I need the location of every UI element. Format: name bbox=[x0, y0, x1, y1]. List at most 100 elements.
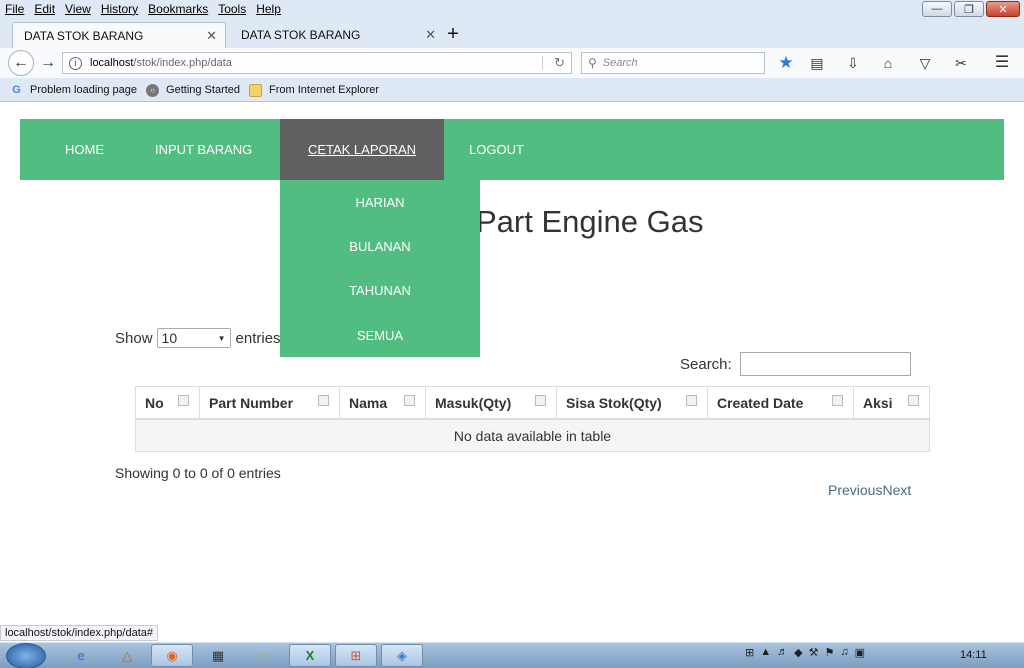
tray-display-icon[interactable]: ▣ bbox=[855, 646, 865, 659]
excel-icon[interactable]: X bbox=[289, 644, 331, 667]
tray-flag-icon[interactable]: ⚑ bbox=[824, 646, 834, 659]
browser-search-box[interactable]: ⚲ Search bbox=[581, 52, 765, 74]
column-header-masuk[interactable]: Masuk(Qty) bbox=[426, 387, 557, 418]
sort-icon bbox=[686, 395, 697, 406]
bookmark-item[interactable]: ○ Getting Started bbox=[146, 83, 240, 97]
address-bar[interactable]: i localhost/stok/index.php/data ↻ bbox=[62, 52, 572, 74]
nav-logout[interactable]: LOGOUT bbox=[469, 119, 524, 180]
entries-value: 10 bbox=[161, 330, 178, 346]
data-table: No Part Number Nama Masuk(Qty) Sisa Stok… bbox=[135, 386, 930, 452]
info-icon[interactable]: i bbox=[69, 56, 82, 70]
bookmark-star-icon[interactable]: ★ bbox=[777, 54, 795, 72]
file-explorer-icon[interactable]: ▫ bbox=[243, 644, 285, 667]
menu-view[interactable]: View bbox=[65, 2, 91, 16]
previous-button[interactable]: Previous bbox=[828, 482, 882, 498]
browser-search-placeholder: Search bbox=[602, 57, 638, 69]
entries-label: entries bbox=[235, 329, 281, 347]
site-navbar: HOME INPUT BARANG CETAK LAPORAN LOGOUT bbox=[20, 119, 1004, 180]
column-header-aksi[interactable]: Aksi bbox=[854, 387, 929, 418]
internet-explorer-icon[interactable]: e bbox=[60, 644, 102, 667]
table-search: Search: bbox=[680, 352, 911, 376]
close-tab-icon[interactable]: ✕ bbox=[206, 28, 217, 44]
tray-tools-icon[interactable]: ⚒ bbox=[809, 646, 819, 659]
menu-file[interactable]: File bbox=[5, 2, 24, 16]
next-button[interactable]: Next bbox=[882, 482, 911, 498]
column-header-no[interactable]: No bbox=[136, 387, 200, 418]
start-button[interactable] bbox=[6, 643, 46, 668]
browser-chrome: File Edit View History Bookmarks Tools H… bbox=[0, 0, 1024, 102]
menu-bar: File Edit View History Bookmarks Tools H… bbox=[0, 0, 1024, 18]
url-host: localhost bbox=[90, 57, 134, 69]
tray-security-icon[interactable]: ◆ bbox=[794, 646, 802, 659]
pocket-icon[interactable]: ▽ bbox=[916, 54, 934, 72]
tab-inactive[interactable]: DATA STOK BARANG ✕ bbox=[230, 22, 444, 48]
dropdown-semua[interactable]: SEMUA bbox=[280, 328, 480, 343]
new-tab-button[interactable]: + bbox=[443, 23, 463, 45]
table-header: No Part Number Nama Masuk(Qty) Sisa Stok… bbox=[136, 387, 929, 420]
home-icon[interactable]: ⌂ bbox=[879, 54, 897, 72]
tray-xampp-icon[interactable]: ⊞ bbox=[745, 646, 754, 659]
close-window-button[interactable]: ✕ bbox=[986, 1, 1020, 17]
column-header-created-date[interactable]: Created Date bbox=[708, 387, 854, 418]
hamburger-menu-icon[interactable]: ☰ bbox=[993, 54, 1011, 72]
bookmark-item[interactable]: G Problem loading page bbox=[10, 84, 137, 97]
menu-help[interactable]: Help bbox=[256, 2, 281, 16]
close-tab-icon[interactable]: ✕ bbox=[425, 27, 436, 43]
media-player-icon[interactable]: ▦ bbox=[197, 644, 239, 667]
forward-button[interactable]: → bbox=[38, 53, 58, 73]
url-path: /stok/index.php/data bbox=[133, 57, 232, 69]
column-header-part-number[interactable]: Part Number bbox=[200, 387, 340, 418]
tab-title: DATA STOK BARANG bbox=[24, 28, 144, 43]
menu-history[interactable]: History bbox=[101, 2, 138, 16]
reload-icon[interactable]: ↻ bbox=[554, 55, 565, 71]
menu-bookmarks[interactable]: Bookmarks bbox=[148, 2, 208, 16]
nav-input-barang[interactable]: INPUT BARANG bbox=[155, 119, 252, 180]
globe-icon: ○ bbox=[146, 83, 160, 97]
dropdown-tahunan[interactable]: TAHUNAN bbox=[280, 283, 480, 298]
search-input[interactable] bbox=[739, 352, 911, 376]
tray-volume-icon[interactable]: ♬ bbox=[777, 646, 788, 659]
bookmarks-bar: G Problem loading page ○ Getting Started… bbox=[0, 80, 1024, 100]
tray-speaker-icon[interactable]: ♫ bbox=[840, 646, 848, 659]
xampp-icon[interactable]: △ bbox=[106, 644, 148, 667]
menu-tools[interactable]: Tools bbox=[218, 2, 246, 16]
menu-edit[interactable]: Edit bbox=[34, 2, 55, 16]
xampp-control-icon[interactable]: ⊞ bbox=[335, 644, 377, 667]
windows-taskbar: e △ ◉ ▦ ▫ X ⊞ ◈ ⊞ ▲ ♬ ◆ ⚒ ⚑ ♫ ▣ 14:11 bbox=[0, 642, 1024, 668]
taskbar-clock[interactable]: 14:11 bbox=[960, 649, 987, 661]
navigation-toolbar: ← → i localhost/stok/index.php/data ↻ ⚲ … bbox=[0, 48, 1024, 78]
screenshot-icon[interactable]: ✂ bbox=[952, 54, 970, 72]
paint-icon[interactable]: ◈ bbox=[381, 644, 423, 667]
tab-strip: DATA STOK BARANG ✕ DATA STOK BARANG ✕ + bbox=[0, 20, 1024, 48]
table-info: Showing 0 to 0 of 0 entries bbox=[115, 465, 281, 481]
back-button[interactable]: ← bbox=[8, 50, 34, 76]
column-label: Nama bbox=[349, 394, 388, 411]
download-icon[interactable]: ⇩ bbox=[844, 54, 862, 72]
window-controls: — ❐ ✕ bbox=[922, 1, 1020, 17]
tray-network-icon[interactable]: ▲ bbox=[760, 646, 771, 659]
tab-active[interactable]: DATA STOK BARANG ✕ bbox=[12, 22, 226, 48]
nav-home[interactable]: HOME bbox=[65, 119, 104, 180]
bookmark-item[interactable]: From Internet Explorer bbox=[249, 83, 380, 97]
cetak-laporan-dropdown: HARIAN BULANAN TAHUNAN SEMUA bbox=[280, 180, 480, 357]
column-header-nama[interactable]: Nama bbox=[340, 387, 426, 418]
pagination: Previous Next bbox=[828, 482, 911, 498]
column-header-sisa-stok[interactable]: Sisa Stok(Qty) bbox=[557, 387, 708, 418]
column-label: Sisa Stok(Qty) bbox=[566, 394, 662, 411]
forward-arrow-icon: → bbox=[40, 54, 56, 71]
entries-select[interactable]: 10 ▼ bbox=[156, 328, 231, 348]
dropdown-harian[interactable]: HARIAN bbox=[280, 195, 480, 210]
tab-title: DATA STOK BARANG bbox=[241, 28, 361, 42]
minimize-button[interactable]: — bbox=[922, 1, 952, 17]
back-arrow-icon: ← bbox=[13, 54, 29, 71]
firefox-icon[interactable]: ◉ bbox=[151, 644, 193, 667]
reading-list-icon[interactable]: ▤ bbox=[808, 54, 826, 72]
entries-length-control: Show 10 ▼ entries bbox=[115, 328, 281, 348]
restore-button[interactable]: ❐ bbox=[954, 1, 984, 17]
bookmark-label: From Internet Explorer bbox=[269, 84, 380, 96]
search-label: Search: bbox=[680, 355, 732, 373]
nav-cetak-laporan[interactable]: CETAK LAPORAN bbox=[280, 119, 444, 180]
status-bar-url: localhost/stok/index.php/data# bbox=[0, 625, 158, 641]
dropdown-bulanan[interactable]: BULANAN bbox=[280, 239, 480, 254]
chevron-down-icon: ▼ bbox=[217, 333, 226, 343]
